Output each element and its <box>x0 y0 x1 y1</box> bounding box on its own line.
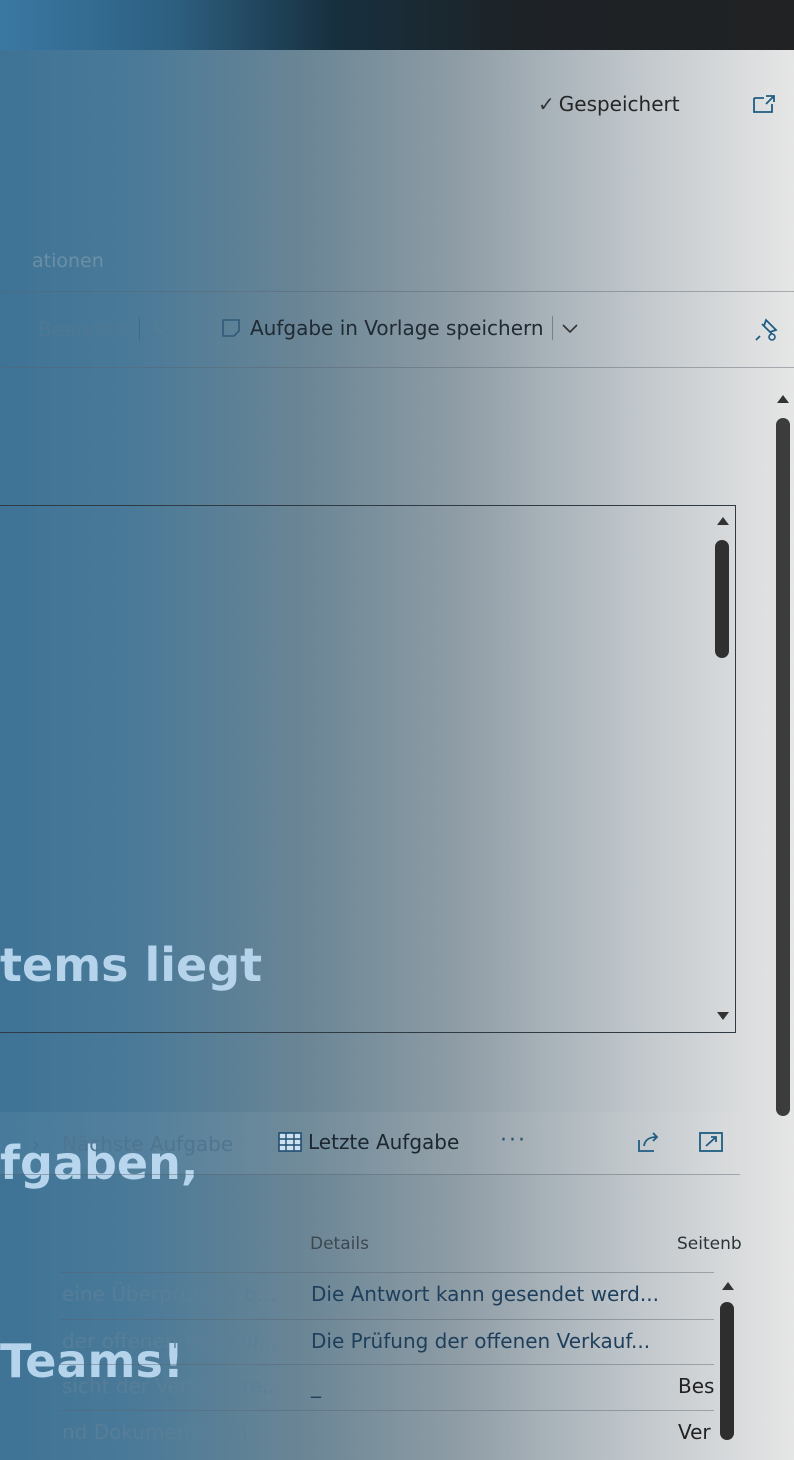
save-template-button[interactable]: Aufgabe in Vorlage speichern <box>220 316 579 340</box>
save-template-label: Aufgabe in Vorlage speichern <box>250 316 544 340</box>
divider <box>0 291 794 292</box>
cell-details[interactable]: _ <box>311 1374 321 1398</box>
end-button[interactable]: Beenden <box>0 317 170 341</box>
cell-sidebar: Bes <box>678 1374 714 1398</box>
column-header-sidebar[interactable]: Seitenb <box>677 1234 741 1254</box>
cell-title[interactable]: nd Dokumentation <box>62 1420 294 1444</box>
split-separator <box>138 317 140 341</box>
cell-title[interactable]: eine Überprüfung b... <box>62 1282 294 1306</box>
row-divider <box>60 1272 714 1273</box>
text-line: tems liegt <box>0 938 263 992</box>
scroll-up-icon[interactable] <box>715 515 731 527</box>
save-template-icon <box>222 319 240 337</box>
arrow-right-icon: › <box>32 1132 40 1156</box>
pin-icon[interactable] <box>752 316 780 344</box>
cell-details[interactable]: Die Prüfung der offenen Verkauf... <box>311 1329 650 1353</box>
more-actions-button[interactable]: ··· <box>500 1128 527 1153</box>
row-divider <box>60 1410 714 1411</box>
window-title-bar <box>0 0 794 50</box>
table-row[interactable]: sicht der Verkaufsre... _ Bes <box>0 1364 714 1411</box>
cell-sidebar: Ver <box>678 1420 711 1444</box>
chevron-down-icon[interactable] <box>561 322 579 334</box>
chevron-down-icon[interactable] <box>152 323 170 335</box>
last-task-label: Letzte Aufgabe <box>308 1130 460 1154</box>
cell-title[interactable]: der offenen Verkauf... <box>62 1329 294 1353</box>
table-row[interactable]: nd Dokumentation Ver <box>0 1410 714 1444</box>
row-divider <box>60 1364 714 1365</box>
textbox-scrollbar-thumb[interactable] <box>715 540 729 658</box>
scroll-up-icon[interactable] <box>775 393 791 405</box>
divider <box>0 1174 740 1175</box>
column-header-details[interactable]: Details <box>310 1234 369 1254</box>
table-row[interactable]: eine Überprüfung b... Die Antwort kann g… <box>0 1272 714 1319</box>
check-icon: ✓ <box>538 92 555 116</box>
last-task-button[interactable]: Letzte Aufgabe <box>278 1130 459 1154</box>
grid-scrollbar-thumb[interactable] <box>720 1302 734 1440</box>
divider <box>0 367 794 368</box>
main-scrollbar-thumb[interactable] <box>776 418 790 1116</box>
scroll-up-icon[interactable] <box>720 1280 736 1292</box>
actions-tab[interactable]: ationen <box>32 250 104 272</box>
open-in-new-icon[interactable] <box>752 94 776 114</box>
row-divider <box>60 1319 714 1320</box>
end-label: Beenden <box>38 317 127 341</box>
split-separator <box>551 316 553 340</box>
saved-label: Gespeichert <box>558 92 680 116</box>
next-task-button[interactable]: › Nächste Aufgabe <box>32 1132 234 1156</box>
next-task-label: Nächste Aufgabe <box>62 1132 234 1156</box>
cell-title[interactable]: sicht der Verkaufsre... <box>62 1374 294 1398</box>
share-icon[interactable] <box>636 1130 662 1154</box>
table-row[interactable]: der offenen Verkauf... Die Prüfung der o… <box>0 1319 714 1366</box>
scroll-down-icon[interactable] <box>715 1010 731 1022</box>
table-icon <box>278 1132 302 1152</box>
cell-details[interactable]: Die Antwort kann gesendet werd... <box>311 1282 659 1306</box>
expand-icon[interactable] <box>698 1131 724 1153</box>
saved-status: ✓ Gespeichert <box>538 92 680 116</box>
